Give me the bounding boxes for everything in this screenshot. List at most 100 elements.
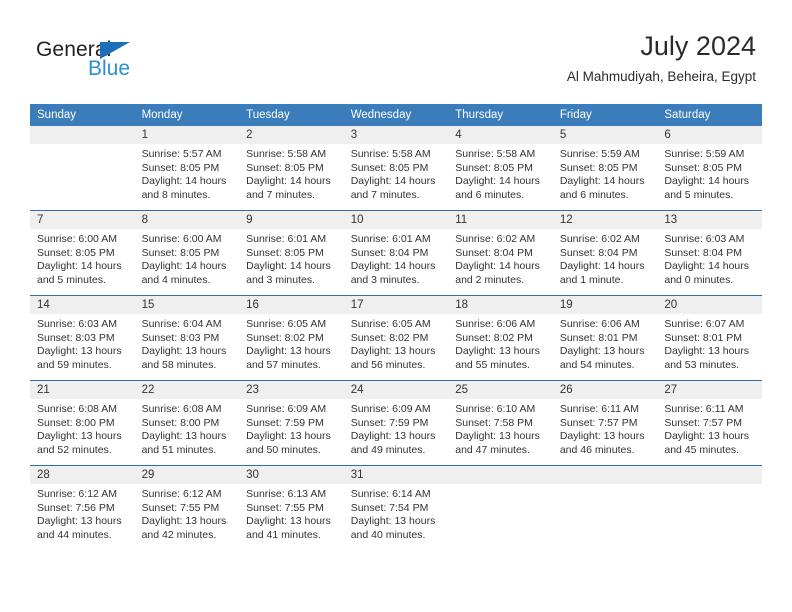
- daylight-text-line2: and 57 minutes.: [246, 358, 321, 371]
- sunrise-text: Sunrise: 6:10 AM: [455, 403, 536, 415]
- day-details: Sunrise: 5:59 AM Sunset: 8:05 PM Daylight:…: [553, 144, 658, 202]
- daylight-text-line2: and 45 minutes.: [664, 443, 740, 456]
- calendar-day-cell[interactable]: 9 Sunrise: 6:01 AM Sunset: 8:05 PM Daylight…: [239, 210, 344, 296]
- daylight-text-line2: and 49 minutes.: [350, 443, 426, 456]
- calendar-day-cell[interactable]: 11 Sunrise: 6:02 AM Sunset: 8:04 PM Dayligh…: [448, 210, 553, 296]
- calendar-day-cell[interactable]: 13 Sunrise: 6:03 AM Sunset: 8:04 PM Dayligh…: [657, 210, 762, 296]
- calendar-table: Sunday Monday Tuesday Wednesday Thursday…: [30, 104, 762, 550]
- calendar-day-cell[interactable]: 3 Sunrise: 5:58 AM Sunset: 8:05 PM Daylight…: [343, 126, 449, 211]
- calendar-day-cell[interactable]: 22 Sunrise: 6:08 AM Sunset: 8:00 PM Dayligh…: [134, 380, 240, 466]
- day-cell-inner: [448, 466, 553, 550]
- daylight-text-line2: and 1 minute.: [559, 273, 624, 286]
- day-details: Sunrise: 6:03 AM Sunset: 8:04 PM Daylight:…: [657, 229, 762, 287]
- calendar-day-cell[interactable]: 29 Sunrise: 6:12 AM Sunset: 7:55 PM Dayligh…: [134, 465, 240, 550]
- calendar-day-cell[interactable]: 8 Sunrise: 6:00 AM Sunset: 8:05 PM Daylight…: [134, 210, 240, 296]
- calendar-day-cell[interactable]: 31 Sunrise: 6:14 AM Sunset: 7:54 PM Dayligh…: [343, 465, 449, 550]
- weekday-header-thursday: Thursday: [448, 104, 553, 126]
- day-cell-inner: 31 Sunrise: 6:14 AM Sunset: 7:54 PM Dayligh…: [343, 466, 449, 550]
- day-number: 31: [343, 466, 449, 484]
- sunrise-text: Sunrise: 6:12 AM: [141, 488, 222, 500]
- calendar-day-cell[interactable]: 30 Sunrise: 6:13 AM Sunset: 7:55 PM Dayligh…: [239, 465, 344, 550]
- day-cell-inner: 5 Sunrise: 5:59 AM Sunset: 8:05 PM Daylight…: [552, 126, 658, 210]
- sunset-text: Sunset: 8:05 PM: [246, 161, 324, 174]
- daylight-text-line1: Daylight: 14 hours: [350, 175, 436, 188]
- calendar-day-cell[interactable]: 26 Sunrise: 6:11 AM Sunset: 7:57 PM Dayligh…: [552, 380, 658, 466]
- calendar-day-cell[interactable]: 19 Sunrise: 6:06 AM Sunset: 8:01 PM Dayligh…: [552, 295, 658, 381]
- calendar-day-cell[interactable]: 25 Sunrise: 6:10 AM Sunset: 7:58 PM Dayligh…: [448, 380, 553, 466]
- calendar-day-cell[interactable]: 10 Sunrise: 6:01 AM Sunset: 8:04 PM Dayligh…: [343, 210, 449, 296]
- daylight-text-line1: Daylight: 13 hours: [141, 515, 227, 528]
- weekday-header-monday: Monday: [134, 104, 240, 126]
- calendar-day-cell[interactable]: 1 Sunrise: 5:57 AM Sunset: 8:05 PM Daylight…: [134, 126, 240, 211]
- day-number: 22: [134, 381, 240, 399]
- day-number: 24: [343, 381, 449, 399]
- calendar-day-cell[interactable]: 21 Sunrise: 6:08 AM Sunset: 8:00 PM Dayligh…: [30, 380, 135, 466]
- daylight-text-line1: Daylight: 13 hours: [664, 430, 750, 443]
- sunrise-text: Sunrise: 6:01 AM: [246, 233, 327, 245]
- day-number: 1: [134, 126, 240, 144]
- sunset-text: Sunset: 8:05 PM: [141, 161, 220, 174]
- sunset-text: Sunset: 8:02 PM: [350, 331, 429, 344]
- daylight-text-line2: and 55 minutes.: [455, 358, 530, 371]
- sunset-text: Sunset: 8:04 PM: [559, 246, 638, 259]
- sunset-text: Sunset: 8:01 PM: [559, 331, 638, 344]
- day-number: 15: [134, 296, 240, 314]
- sunrise-text: Sunrise: 6:00 AM: [141, 233, 222, 245]
- daylight-text-line1: Daylight: 13 hours: [246, 345, 331, 358]
- daylight-text-line1: Daylight: 13 hours: [37, 345, 122, 358]
- daylight-text-line1: Daylight: 13 hours: [350, 430, 436, 443]
- day-cell-inner: 13 Sunrise: 6:03 AM Sunset: 8:04 PM Dayligh…: [657, 211, 762, 295]
- day-cell-inner: 19 Sunrise: 6:06 AM Sunset: 8:01 PM Dayligh…: [552, 296, 658, 380]
- day-details: Sunrise: 6:14 AM Sunset: 7:54 PM Daylight:…: [344, 484, 449, 542]
- general-blue-logo[interactable]: General Blue: [36, 38, 166, 82]
- calendar-day-cell[interactable]: 16 Sunrise: 6:05 AM Sunset: 8:02 PM Dayligh…: [239, 295, 344, 381]
- daylight-text-line2: and 53 minutes.: [664, 358, 740, 371]
- day-details: Sunrise: 6:05 AM Sunset: 8:02 PM Daylight:…: [344, 314, 449, 372]
- day-number: 10: [343, 211, 449, 229]
- daylight-text-line1: Daylight: 14 hours: [141, 175, 227, 188]
- day-cell-inner: 26 Sunrise: 6:11 AM Sunset: 7:57 PM Dayligh…: [552, 381, 658, 465]
- sunset-text: Sunset: 8:04 PM: [350, 246, 429, 259]
- daylight-text-line1: Daylight: 13 hours: [455, 345, 540, 358]
- day-cell-inner: 4 Sunrise: 5:58 AM Sunset: 8:05 PM Daylight…: [448, 126, 553, 210]
- calendar-day-cell[interactable]: 23 Sunrise: 6:09 AM Sunset: 7:59 PM Dayligh…: [239, 380, 344, 466]
- sunset-text: Sunset: 7:59 PM: [350, 416, 429, 429]
- calendar-week-row: 1 Sunrise: 5:57 AM Sunset: 8:05 PM Daylight…: [30, 126, 762, 211]
- daylight-text-line2: and 0 minutes.: [664, 273, 734, 286]
- calendar-day-cell[interactable]: 24 Sunrise: 6:09 AM Sunset: 7:59 PM Dayligh…: [343, 380, 449, 466]
- day-details: Sunrise: 6:12 AM Sunset: 7:56 PM Daylight:…: [30, 484, 135, 542]
- day-number: 26: [552, 381, 658, 399]
- daylight-text-line2: and 42 minutes.: [141, 528, 217, 541]
- daylight-text-line2: and 54 minutes.: [559, 358, 635, 371]
- calendar-week-row: 21 Sunrise: 6:08 AM Sunset: 8:00 PM Dayligh…: [30, 380, 762, 466]
- calendar-day-cell[interactable]: 6 Sunrise: 5:59 AM Sunset: 8:05 PM Daylight…: [657, 126, 762, 211]
- calendar-day-cell[interactable]: 5 Sunrise: 5:59 AM Sunset: 8:05 PM Daylight…: [552, 126, 658, 211]
- daylight-text-line1: Daylight: 14 hours: [455, 260, 540, 273]
- sunrise-text: Sunrise: 6:05 AM: [246, 318, 327, 330]
- day-cell-inner: [552, 466, 658, 550]
- daylight-text-line2: and 51 minutes.: [141, 443, 217, 456]
- calendar-day-cell[interactable]: 4 Sunrise: 5:58 AM Sunset: 8:05 PM Daylight…: [448, 126, 553, 211]
- day-number: 7: [30, 211, 135, 229]
- day-cell-inner: 25 Sunrise: 6:10 AM Sunset: 7:58 PM Dayligh…: [448, 381, 553, 465]
- calendar-day-cell[interactable]: 27 Sunrise: 6:11 AM Sunset: 7:57 PM Dayligh…: [657, 380, 762, 466]
- day-cell-inner: [657, 466, 762, 550]
- sunset-text: Sunset: 8:05 PM: [455, 161, 533, 174]
- calendar-day-cell[interactable]: 18 Sunrise: 6:06 AM Sunset: 8:02 PM Dayligh…: [448, 295, 553, 381]
- sunset-text: Sunset: 8:00 PM: [37, 416, 115, 429]
- calendar-day-cell[interactable]: 7 Sunrise: 6:00 AM Sunset: 8:05 PM Daylight…: [30, 210, 135, 296]
- calendar-day-cell[interactable]: 12 Sunrise: 6:02 AM Sunset: 8:04 PM Dayligh…: [552, 210, 658, 296]
- sunset-text: Sunset: 7:57 PM: [559, 416, 638, 429]
- calendar-day-cell[interactable]: 14 Sunrise: 6:03 AM Sunset: 8:03 PM Dayligh…: [30, 295, 135, 381]
- calendar-day-cell[interactable]: 28 Sunrise: 6:12 AM Sunset: 7:56 PM Dayligh…: [30, 465, 135, 550]
- daylight-text-line1: Daylight: 13 hours: [559, 430, 645, 443]
- day-number: 25: [448, 381, 553, 399]
- daylight-text-line1: Daylight: 14 hours: [246, 175, 331, 188]
- calendar-day-cell[interactable]: 15 Sunrise: 6:04 AM Sunset: 8:03 PM Dayligh…: [134, 295, 240, 381]
- calendar-day-cell[interactable]: 17 Sunrise: 6:05 AM Sunset: 8:02 PM Dayligh…: [343, 295, 449, 381]
- calendar-day-cell[interactable]: 2 Sunrise: 5:58 AM Sunset: 8:05 PM Daylight…: [239, 126, 344, 211]
- day-number: 21: [30, 381, 135, 399]
- calendar-day-cell[interactable]: 20 Sunrise: 6:07 AM Sunset: 8:01 PM Dayligh…: [657, 295, 762, 381]
- calendar-week-row: 14 Sunrise: 6:03 AM Sunset: 8:03 PM Dayligh…: [30, 295, 762, 381]
- sunset-text: Sunset: 7:55 PM: [246, 501, 324, 514]
